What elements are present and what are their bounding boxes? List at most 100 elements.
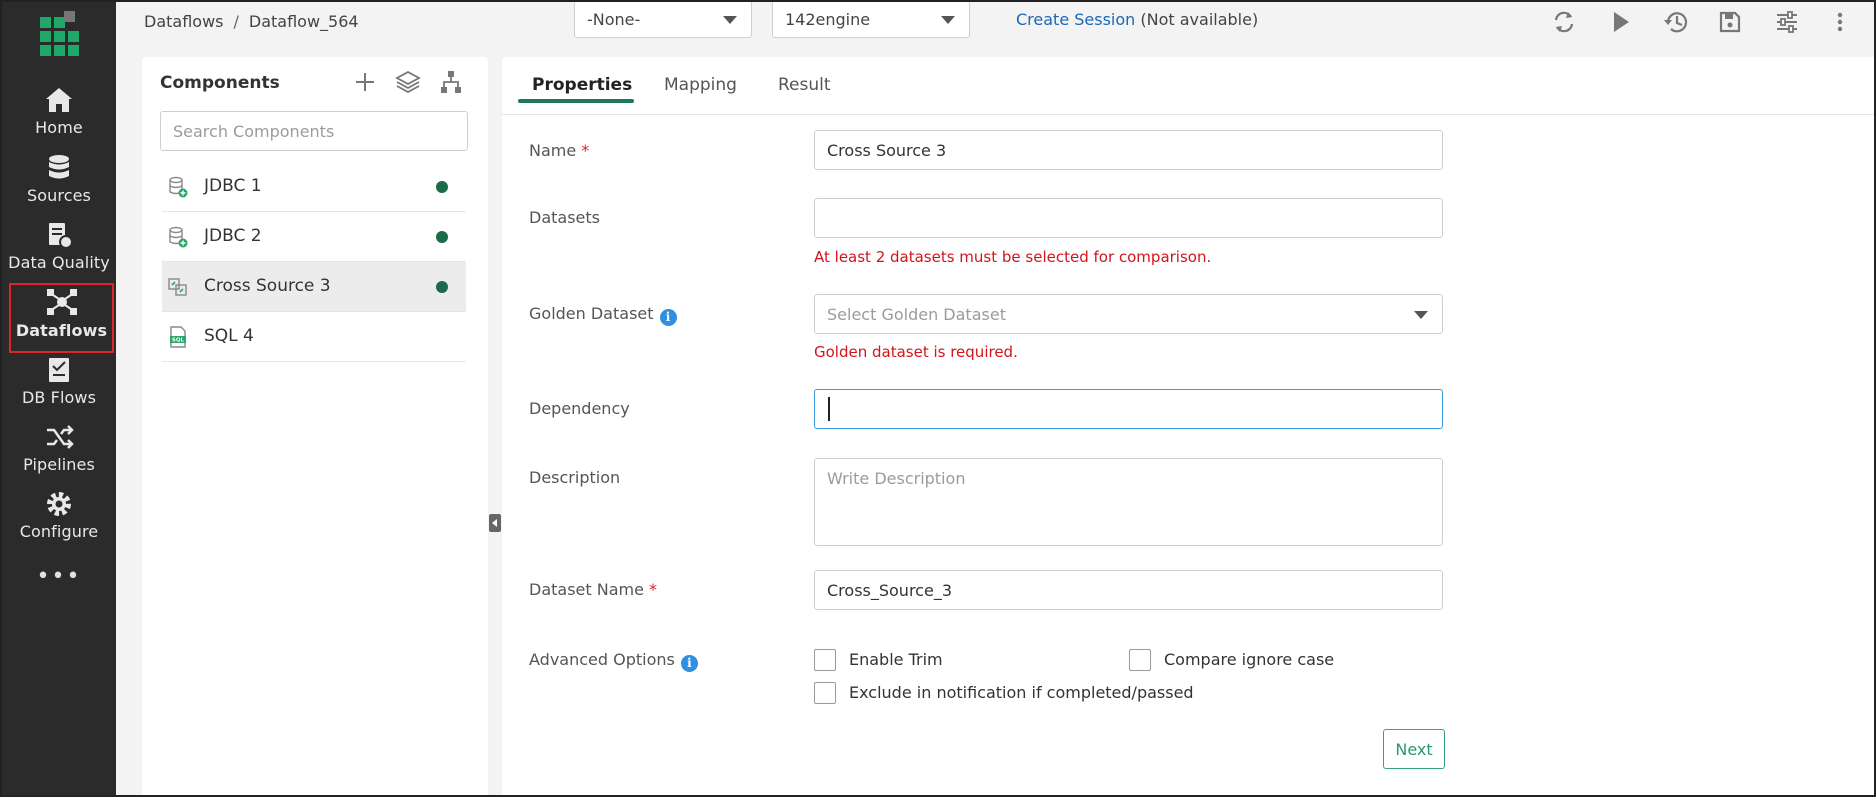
dependency-label: Dependency [529,399,630,418]
golden-dataset-placeholder: Select Golden Dataset [827,305,1006,324]
history-icon [1664,12,1688,33]
collapse-panel-handle[interactable] [489,514,501,532]
tab-mapping[interactable]: Mapping [664,75,737,95]
sql-icon: SQL [170,326,186,348]
jdbc-icon [169,176,188,198]
more-vertical-icon [1837,12,1843,32]
history-button[interactable] [1662,8,1690,36]
sidebar-item-dataflows[interactable]: Dataflows [9,283,114,353]
dependency-input[interactable] [814,389,1443,429]
golden-dataset-select[interactable]: Select Golden Dataset [814,294,1443,334]
checkbox-box[interactable] [814,649,836,671]
tab-properties[interactable]: Properties [532,75,632,95]
enable-trim-label: Enable Trim [849,650,943,669]
component-label: JDBC 2 [204,226,262,246]
sidebar-item-label: Sources [27,186,91,205]
sidebar-item-label: Dataflows [15,321,108,340]
run-button[interactable] [1606,8,1634,36]
database-icon [49,155,69,179]
dataset-name-label: Dataset Name * [529,580,658,599]
db-flows-icon [49,358,69,382]
settings-button[interactable] [1773,8,1801,36]
gear-icon [47,492,71,516]
breadcrumb-current: Dataflow_564 [248,12,359,31]
dataflows-icon [46,289,77,315]
chevron-down-icon [941,16,955,24]
sidebar-item-pipelines[interactable]: Pipelines [2,421,116,487]
hierarchy-icon [441,71,461,93]
app-logo-icon[interactable] [40,11,80,57]
golden-dataset-error: Golden dataset is required. [814,343,1018,361]
components-list: JDBC 1 JDBC 2 Cross Source 3 SQL SQL 4 [162,162,466,362]
properties-panel: Properties Mapping Result Name * Dataset… [502,57,1874,795]
more-options-button[interactable] [1830,8,1850,36]
exclude-notification-label: Exclude in notification if completed/pas… [849,683,1194,702]
hierarchy-button[interactable] [438,69,464,95]
top-bar: Dataflows / Dataflow_564 -None- 142engine … [116,2,1874,44]
sidebar-item-label: DB Flows [21,388,97,407]
status-dot [436,231,448,243]
text-cursor [828,397,830,421]
create-session-link[interactable]: Create Session [1016,10,1135,29]
description-textarea[interactable] [814,458,1443,546]
sidebar-item-label: Data Quality [8,253,110,272]
sidebar-item-data-quality[interactable]: Data Quality [2,219,116,285]
engine-select-value: 142engine [785,10,871,29]
search-components-input[interactable] [160,111,468,151]
tab-bar: Properties Mapping Result [502,57,1874,115]
component-item-jdbc-1[interactable]: JDBC 1 [162,162,466,212]
chevron-down-icon [1414,311,1428,319]
info-icon[interactable]: i [680,655,698,672]
component-label: Cross Source 3 [204,276,331,296]
play-icon [1614,12,1629,32]
sidebar-item-label: Home [35,118,83,137]
dataset-name-input[interactable] [814,570,1443,610]
checkbox-box[interactable] [1129,649,1151,671]
breadcrumb-separator: / [233,12,239,31]
jdbc-icon [169,226,188,248]
sidebar: Home Sources Data Quality Dataflows DB F… [2,2,116,795]
status-dot [436,181,448,193]
layers-button[interactable] [395,69,421,95]
components-panel: Components JDBC 1 JDBC 2 Cross Sou [142,57,488,795]
datasets-error: At least 2 datasets must be selected for… [814,248,1212,266]
add-component-button[interactable] [352,69,378,95]
chevron-down-icon [723,16,737,24]
component-item-jdbc-2[interactable]: JDBC 2 [162,212,466,262]
breadcrumb-dataflows[interactable]: Dataflows [144,12,224,31]
sidebar-item-label: Configure [19,522,99,541]
name-input[interactable] [814,130,1443,170]
environment-select[interactable]: -None- [574,2,752,38]
session-status: (Not available) [1140,10,1259,29]
sidebar-item-db-flows[interactable]: DB Flows [2,354,116,420]
data-quality-icon [49,223,73,249]
component-item-cross-source-3[interactable]: Cross Source 3 [162,262,466,312]
engine-select[interactable]: 142engine [772,2,970,38]
component-item-sql-4[interactable]: SQL SQL 4 [162,312,466,362]
next-button[interactable]: Next [1383,729,1445,769]
sidebar-item-configure[interactable]: Configure [2,488,116,554]
cross-source-icon [168,278,187,296]
save-icon [1719,11,1741,33]
add-icon [356,73,374,91]
more-horizontal-icon[interactable]: ••• [2,564,116,589]
settings-sliders-icon [1777,11,1797,33]
datasets-input[interactable] [814,198,1443,238]
checkbox-box[interactable] [814,682,836,704]
status-dot [436,281,448,293]
description-label: Description [529,468,621,487]
datasets-label: Datasets [529,208,600,227]
breadcrumb: Dataflows / Dataflow_564 [144,12,359,31]
active-tab-indicator [518,99,634,103]
save-button[interactable] [1716,8,1744,36]
sidebar-item-home[interactable]: Home [2,84,116,150]
tab-result[interactable]: Result [778,75,831,95]
sidebar-item-sources[interactable]: Sources [2,152,116,218]
advanced-options-label: Advanced Options i [529,650,698,672]
info-icon[interactable]: i [659,309,677,326]
component-label: JDBC 1 [204,176,262,196]
refresh-button[interactable] [1550,8,1578,36]
compare-ignore-case-label: Compare ignore case [1164,650,1335,669]
pipelines-icon [47,425,74,449]
svg-text:SQL: SQL [172,338,185,344]
